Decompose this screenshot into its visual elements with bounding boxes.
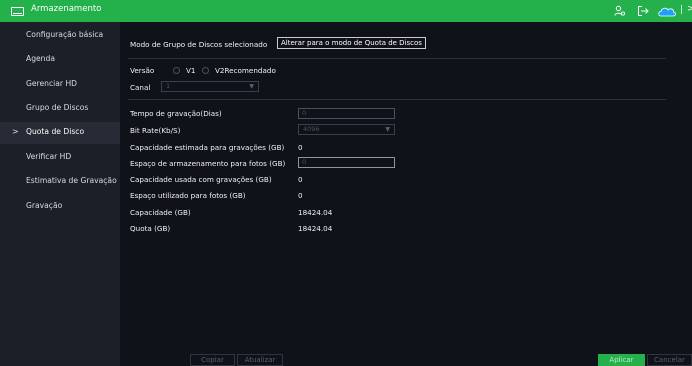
main-panel: Modo de Grupo de Discos selecionado Alte… (120, 22, 692, 366)
switch-quota-mode-button[interactable]: Alterar para o modo de Quota de Discos (277, 37, 426, 49)
version-v2-radio[interactable] (202, 67, 209, 74)
photo-space-input[interactable]: 0 (298, 157, 395, 168)
bitrate-value: 4096 (303, 125, 320, 133)
sidebar-item-quota-de-disco[interactable]: > Quota de Disco (0, 122, 120, 144)
sidebar-item-gravacao[interactable]: Gravação (0, 196, 120, 218)
sidebar-item-configuracao-basica[interactable]: Configuração básica (0, 25, 120, 47)
cancel-button[interactable]: Cancelar (647, 354, 692, 366)
divider (128, 58, 666, 59)
sidebar-item-gerenciar-hd[interactable]: Gerenciar HD (0, 74, 120, 96)
sidebar-item-verificar-hd[interactable]: Verificar HD (0, 147, 120, 169)
sidebar-item-estimativa-de-gravacao[interactable]: Estimativa de Gravação (0, 171, 120, 193)
sidebar-item-label: Verificar HD (26, 152, 72, 161)
channel-value: 1 (166, 82, 171, 90)
used-photos-label: Espaço utilizado para fotos (GB) (130, 191, 246, 200)
sidebar-item-label: Grupo de Discos (26, 103, 89, 112)
bitrate-label: Bit Rate(Kb/S) (130, 126, 181, 135)
window-title: Armazenamento (31, 4, 102, 14)
channel-select[interactable]: 1 ▼ (161, 81, 259, 92)
channel-label: Canal (130, 83, 151, 92)
sidebar-item-label: Estimativa de Gravação (26, 176, 117, 185)
sidebar: Configuração básica Agenda Gerenciar HD … (0, 22, 120, 366)
sidebar-item-grupo-de-discos[interactable]: Grupo de Discos (0, 98, 120, 120)
chevron-down-icon: ▼ (385, 126, 390, 133)
chevron-right-icon: > (12, 127, 19, 136)
quota-value: 18424.04 (298, 224, 333, 233)
version-v1-radio[interactable] (173, 67, 180, 74)
est-capacity-label: Capacidade estimada para gravações (GB) (130, 143, 285, 152)
title-separator: | (680, 5, 684, 15)
version-v1-label: V1 (186, 66, 196, 75)
user-icon[interactable] (614, 5, 626, 17)
copy-button[interactable]: Copiar (190, 354, 235, 366)
sidebar-item-label: Quota de Disco (26, 127, 85, 136)
sidebar-item-label: Configuração básica (26, 30, 104, 39)
version-label: Versão (130, 66, 155, 75)
mode-label: Modo de Grupo de Discos selecionado (130, 40, 268, 49)
est-capacity-value: 0 (298, 143, 303, 152)
storage-icon (11, 7, 24, 16)
used-recordings-label: Capacidade usada com gravações (GB) (130, 175, 272, 184)
bitrate-select[interactable]: 4096 ▼ (298, 124, 395, 135)
refresh-button[interactable]: Atualizar (237, 354, 283, 366)
version-v2-label: V2Recomendado (215, 66, 276, 75)
capacity-label: Capacidade (GB) (130, 208, 191, 217)
title-bar: Armazenamento | > (0, 0, 692, 22)
apply-button[interactable]: Aplicar (598, 354, 645, 366)
record-days-label: Tempo de gravação(Dias) (130, 109, 222, 118)
sidebar-item-label: Gerenciar HD (26, 79, 78, 88)
divider (128, 99, 666, 100)
more-icon[interactable]: > (687, 4, 692, 14)
sidebar-item-label: Gravação (26, 201, 63, 210)
sidebar-item-label: Agenda (26, 54, 55, 63)
capacity-value: 18424.04 (298, 208, 333, 217)
used-photos-value: 0 (298, 191, 303, 200)
photo-space-value: 0 (302, 158, 307, 166)
quota-label: Quota (GB) (130, 224, 171, 233)
chevron-down-icon: ▼ (249, 83, 254, 90)
record-days-value: 0 (302, 109, 307, 117)
photo-space-label: Espaço de armazenamento para fotos (GB) (130, 159, 286, 168)
record-days-input[interactable]: 0 (298, 108, 395, 119)
used-recordings-value: 0 (298, 175, 303, 184)
sidebar-item-agenda[interactable]: Agenda (0, 49, 120, 71)
logout-icon[interactable] (637, 5, 649, 17)
cloud-icon[interactable] (657, 5, 677, 17)
